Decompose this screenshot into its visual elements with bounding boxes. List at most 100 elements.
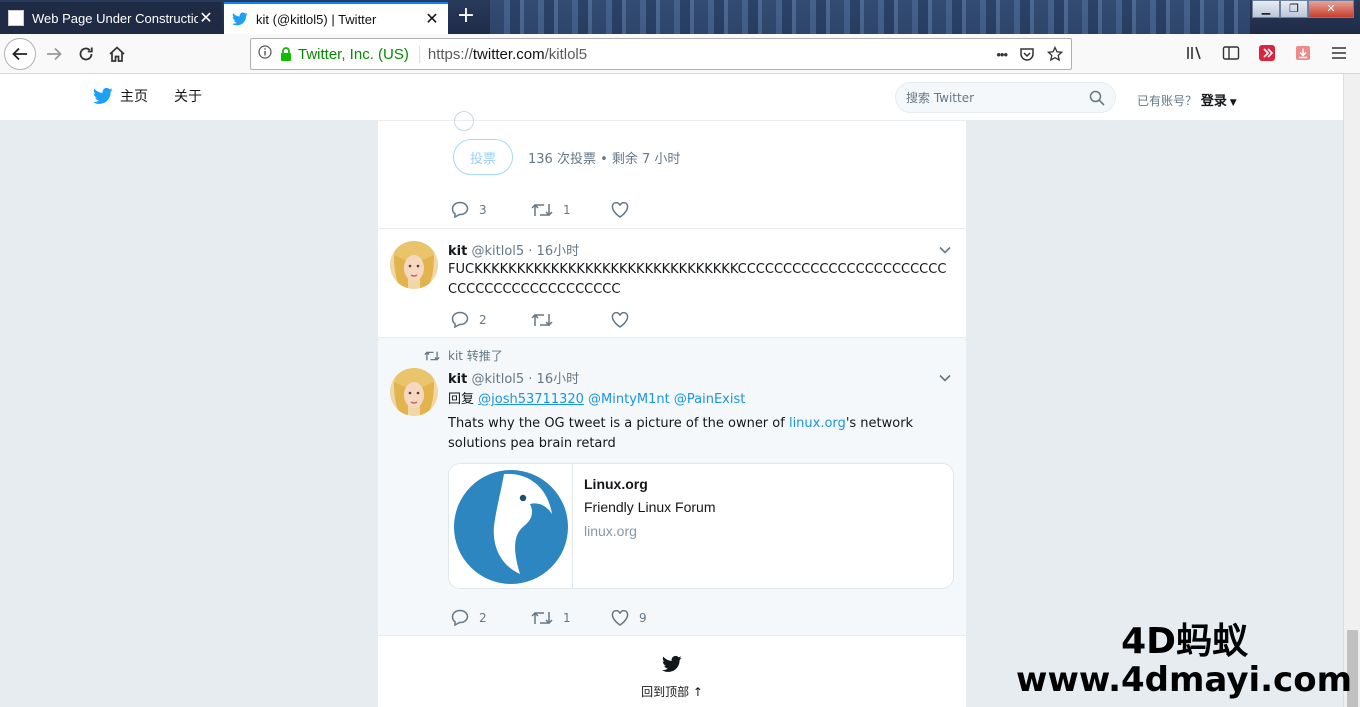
tweet-time[interactable]: · 16小时 [528,244,579,259]
maximize-button[interactable]: ❐ [1280,0,1308,18]
home-icon [109,46,125,62]
browser-toolbar: Twitter, Inc. (US) https://twitter.com/k… [0,34,1360,74]
twitter-bird-icon [93,87,113,104]
avatar[interactable] [390,368,438,416]
card-title: Linux.org [584,476,648,492]
address-bar[interactable]: Twitter, Inc. (US) https://twitter.com/k… [250,38,1072,70]
mention-link[interactable]: @MintyM1nt [588,392,670,407]
retweet-action[interactable]: 1 [531,610,611,626]
reply-action[interactable]: 3 [451,201,531,218]
like-count: 9 [639,610,647,625]
extension-red-icon[interactable] [1256,42,1278,64]
author-name[interactable]: kit [448,244,467,259]
like-action[interactable] [611,201,691,218]
search-icon[interactable] [1089,90,1105,106]
nav-home[interactable]: 主页 [92,86,148,106]
tweet-header: kit @kitlol5 · 16小时 [448,368,579,387]
reply-count: 2 [479,312,487,327]
browser-tab-bar: Web Page Under Construction ✕ kit (@kitl… [0,0,1360,34]
menu-hamburger-icon[interactable] [1328,42,1350,64]
chevron-down-icon[interactable] [938,243,952,257]
lock-icon [281,47,291,61]
tab-web-page-under-construction[interactable]: Web Page Under Construction ✕ [0,2,222,34]
retweet-count: 1 [563,202,571,217]
tweet-text: Thats why the OG tweet is a picture of t… [448,414,954,454]
reload-button[interactable] [70,38,102,70]
minimize-button[interactable]: ▁ [1252,0,1280,18]
tab-kit-twitter[interactable]: kit (@kitlol5) | Twitter ✕ [224,2,448,34]
retweet-action[interactable] [531,312,611,328]
url-domain: twitter.com [472,45,545,63]
library-icon[interactable] [1184,42,1206,64]
retweet-action[interactable]: 1 [531,202,611,218]
retweet-context: kit 转推了 [424,347,503,364]
reply-to-line: 回复 @josh53711320 @MintyM1nt @PainExist [448,390,954,410]
twitter-bird-icon [662,655,682,672]
card-thumbnail [449,464,573,588]
author-name[interactable]: kit [448,372,467,387]
search-placeholder: 搜索 Twitter [906,91,975,105]
reply-icon [451,311,469,328]
tab-title: kit (@kitlol5) | Twitter [256,11,377,27]
close-tab-icon[interactable]: ✕ [198,10,214,26]
forward-button[interactable] [38,38,70,70]
retweeted-by[interactable]: kit 转推了 [448,347,503,364]
window-controls: ▁ ❐ ✕ [1252,0,1354,20]
login-button[interactable]: 登录 [1201,94,1227,109]
login-prompt: 已有账号？ [1137,94,1198,108]
url-link[interactable]: linux.org [789,416,846,431]
chevron-down-icon[interactable]: ▼ [1227,98,1237,108]
new-tab-button[interactable]: + [452,4,480,30]
pocket-icon[interactable] [1019,46,1035,62]
tweet-actions: 2 1 9 [451,609,691,626]
retweeted-tweet[interactable]: kit 转推了 kit @kitlol5 · 16小时 回复 @josh5371… [378,338,966,636]
twitter-search-input[interactable]: 搜索 Twitter [895,82,1116,113]
close-tab-icon[interactable]: ✕ [424,11,440,27]
sidebar-icon[interactable] [1220,42,1242,64]
author-handle[interactable]: @kitlol5 [471,244,524,259]
page-actions-button[interactable]: ••• [996,47,1008,62]
nav-about[interactable]: 关于 [174,86,202,106]
reply-count: 3 [479,202,487,217]
retweet-count: 1 [563,610,571,625]
tweet-actions: 2 [451,311,691,328]
mention-link[interactable]: @PainExist [674,392,745,407]
home-button[interactable] [101,38,133,70]
tweet-text: FUCKKKKKKKKKKKKKKKKKKKKKKKKKKKKKKKCCCCCC… [448,262,947,297]
url-text[interactable]: https://twitter.com/kitlol5 [428,46,996,63]
reply-prefix: 回复 [448,392,475,407]
info-icon[interactable] [251,45,279,63]
heart-icon [611,311,629,328]
reply-action[interactable]: 2 [451,609,531,626]
back-button[interactable] [4,38,36,70]
like-action[interactable] [611,311,691,328]
desktop-background-strip [490,0,1250,34]
reply-icon [451,201,469,218]
mention-link[interactable]: @josh53711320 [478,392,584,407]
retweet-icon [531,203,553,216]
card-description: Friendly Linux Forum [584,499,716,515]
page-icon [8,10,24,26]
vote-button[interactable]: 投票 [453,139,513,175]
close-window-button[interactable]: ✕ [1308,0,1354,18]
reply-icon [451,609,469,626]
url-scheme: https:// [427,45,473,63]
tweet-time[interactable]: · 16小时 [528,372,579,387]
back-to-top[interactable]: 回到顶部 ↑ [378,636,966,707]
avatar[interactable] [390,241,438,289]
bookmark-star-icon[interactable] [1047,46,1063,62]
watermark-logo-text: 4D蚂蚁 [1121,621,1248,662]
reply-count: 2 [479,610,487,625]
page-scrollbar[interactable] [1343,74,1360,707]
author-handle[interactable]: @kitlol5 [471,372,524,387]
like-action[interactable]: 9 [611,609,691,626]
tweet[interactable]: kit @kitlol5 · 16小时 FUCKKKKKKKKKKKKKKKKK… [378,229,966,338]
tweet-poll[interactable]: 投票 136 次投票 • 剩余 7 小时 3 1 [378,111,966,229]
arrow-right-icon [47,47,62,61]
link-preview-card[interactable]: Linux.org Friendly Linux Forum linux.org [448,463,954,589]
chevron-down-icon[interactable] [938,371,952,385]
download-extension-icon[interactable] [1292,42,1314,64]
retweet-icon [531,313,553,326]
reply-action[interactable]: 2 [451,311,531,328]
site-identity[interactable]: Twitter, Inc. (US) [279,45,420,63]
